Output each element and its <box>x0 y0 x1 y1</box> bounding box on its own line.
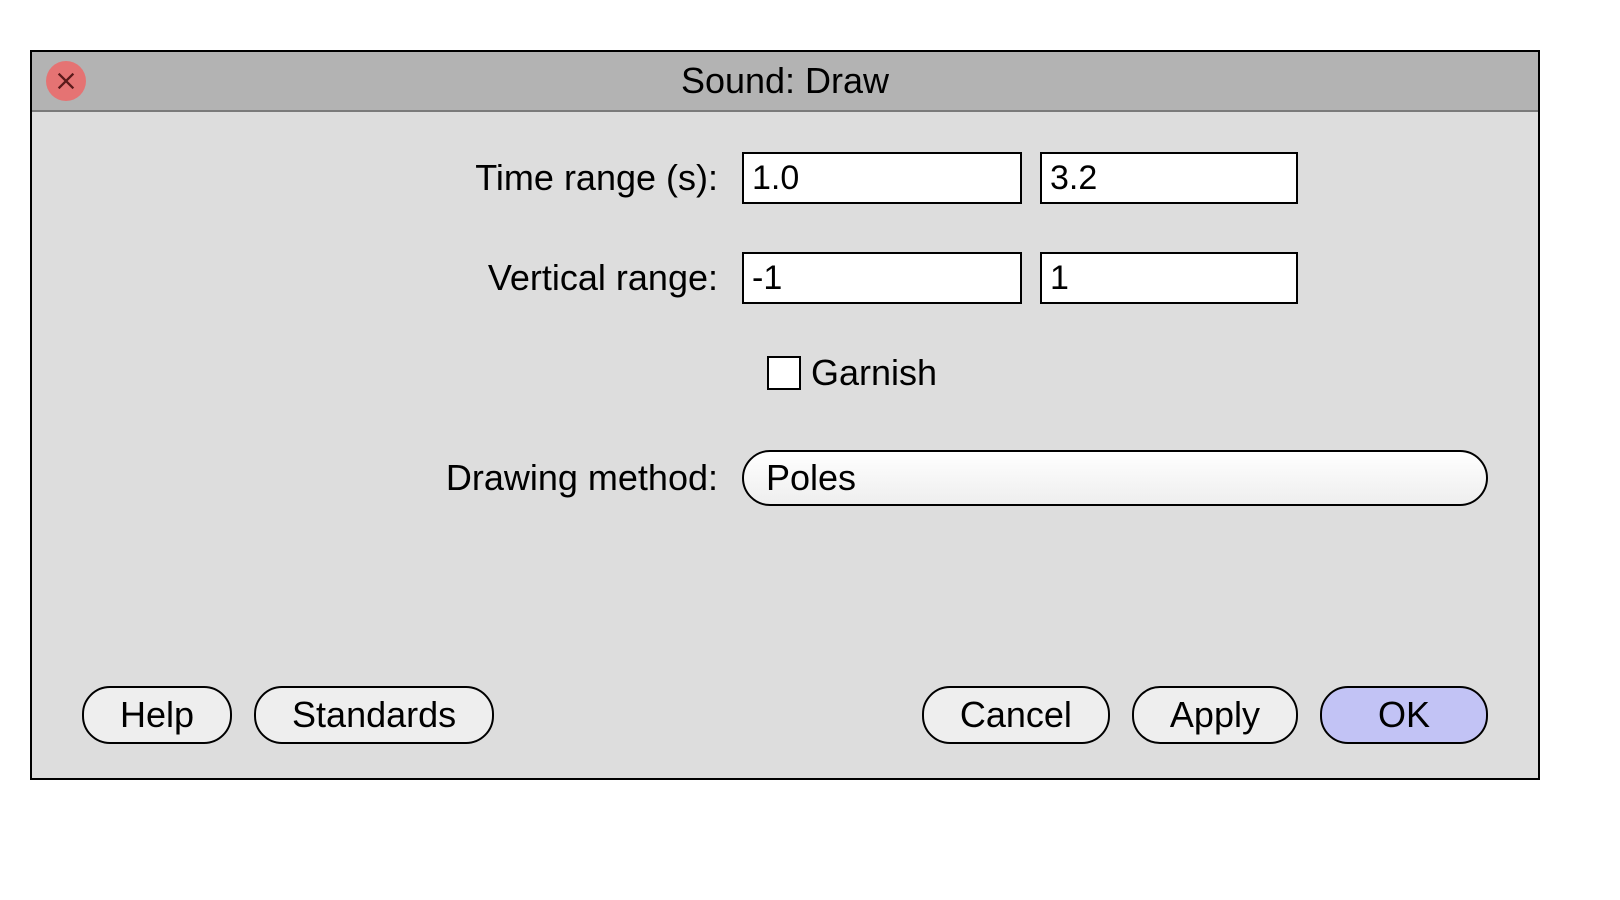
dialog-window: Sound: Draw Time range (s): Vertical ran… <box>30 50 1540 780</box>
vertical-range-end-input[interactable] <box>1040 252 1298 304</box>
dialog-footer: Help Standards Cancel Apply OK <box>82 686 1488 758</box>
time-range-fields <box>742 152 1488 204</box>
time-range-end-input[interactable] <box>1040 152 1298 204</box>
drawing-method-row: Drawing method: Poles <box>82 450 1488 506</box>
time-range-start-input[interactable] <box>742 152 1022 204</box>
titlebar: Sound: Draw <box>32 52 1538 112</box>
drawing-method-label: Drawing method: <box>82 457 742 499</box>
body-spacer <box>82 554 1488 686</box>
dialog-body: Time range (s): Vertical range: Garnish … <box>32 112 1538 778</box>
vertical-range-row: Vertical range: <box>82 252 1488 304</box>
ok-button[interactable]: OK <box>1320 686 1488 744</box>
drawing-method-select[interactable]: Poles <box>742 450 1488 506</box>
vertical-range-start-input[interactable] <box>742 252 1022 304</box>
window-title: Sound: Draw <box>32 60 1538 102</box>
cancel-button[interactable]: Cancel <box>922 686 1110 744</box>
standards-button[interactable]: Standards <box>254 686 494 744</box>
vertical-range-fields <box>742 252 1488 304</box>
time-range-row: Time range (s): <box>82 152 1488 204</box>
garnish-label: Garnish <box>811 352 937 394</box>
vertical-range-label: Vertical range: <box>82 257 742 299</box>
garnish-row: Garnish <box>82 352 1488 394</box>
close-button[interactable] <box>46 61 86 101</box>
close-icon <box>55 70 77 92</box>
garnish-checkbox[interactable] <box>767 356 801 390</box>
apply-button[interactable]: Apply <box>1132 686 1298 744</box>
help-button[interactable]: Help <box>82 686 232 744</box>
time-range-label: Time range (s): <box>82 157 742 199</box>
